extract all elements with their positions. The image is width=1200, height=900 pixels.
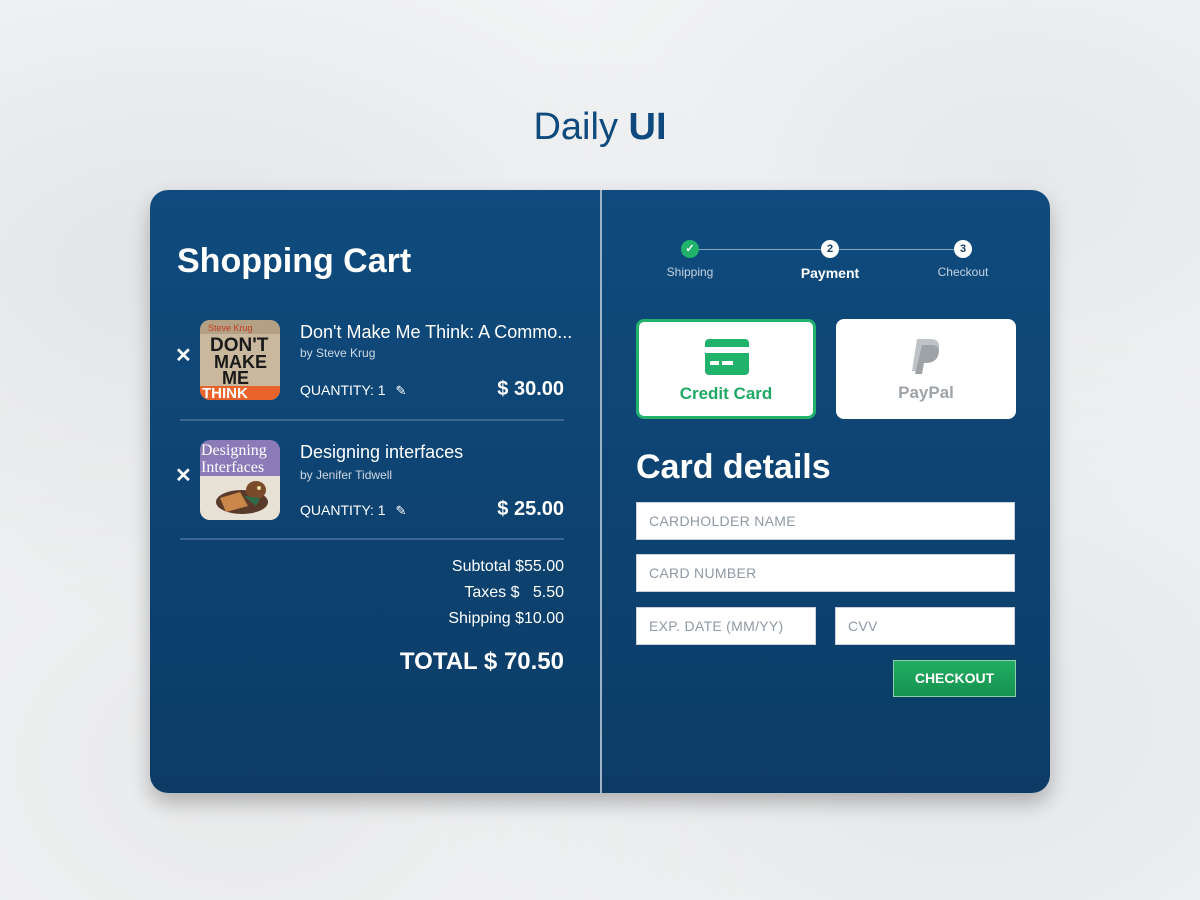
page-title-regular: Daily [533,106,618,148]
cart-item: ✕ Steve Krug DON'T MAKE ME THINK Don't M… [150,320,600,420]
checkout-button[interactable]: CHECKOUT [893,660,1016,697]
item-quantity: QUANTITY: 1 ✎ [300,502,406,519]
payment-option-paypal[interactable]: PayPal [836,319,1016,419]
shipping-cost: Shipping $10.00 [448,610,564,627]
item-divider [180,419,564,421]
cardholder-name-field[interactable] [636,502,1015,540]
step-label: Shipping [666,265,714,279]
edit-quantity-icon[interactable]: ✎ [395,383,406,399]
step-label: Payment [800,265,860,281]
cvv-field[interactable] [835,607,1015,645]
subtotal: Subtotal $55.00 [451,558,564,575]
item-author: by Steve Krug [300,346,376,360]
svg-text:Interfaces: Interfaces [201,459,264,476]
edit-quantity-icon[interactable]: ✎ [395,503,406,519]
quantity-label: QUANTITY: 1 [300,502,386,518]
step-payment[interactable]: 2 Payment [790,238,870,281]
check-icon: ✓ [681,240,699,258]
step-number: 3 [954,240,972,258]
item-author: by Jenifer Tidwell [300,468,393,482]
expiry-date-field[interactable] [636,607,816,645]
panel-divider [600,190,602,793]
card-details-title: Card details [636,448,831,486]
checkout-steps: ✓ Shipping 2 Payment 3 Checkout [650,238,1020,288]
item-name[interactable]: Designing interfaces [300,442,575,463]
order-total: TOTAL $ 70.50 [399,648,564,675]
page-title-bold: UI [628,106,667,148]
item-divider [180,538,564,540]
payment-option-credit-card[interactable]: Credit Card [636,319,816,419]
book-cover-dont-make-me-think: Steve Krug DON'T MAKE ME THINK [200,320,280,400]
step-label: Checkout [937,265,989,279]
step-number: 2 [821,240,839,258]
credit-card-icon [705,339,749,375]
step-shipping[interactable]: ✓ Shipping [650,238,730,279]
card-number-field[interactable] [636,554,1015,592]
quantity-label: QUANTITY: 1 [300,382,386,398]
checkout-card: Shopping Cart ✕ Steve Krug DON'T MAKE ME… [150,190,1050,793]
book-cover-designing-interfaces: Designing Interfaces [200,440,280,520]
item-price: $ 30.00 [497,378,564,400]
taxes: Taxes $ 5.50 [464,584,564,601]
page-title: Daily UI [0,106,1200,149]
cart-item: ✕ Designing Interfaces Designing interfa… [150,440,600,540]
remove-item-icon[interactable]: ✕ [175,466,192,486]
step-checkout[interactable]: 3 Checkout [923,238,1003,279]
item-price: $ 25.00 [497,498,564,520]
order-totals: Subtotal $55.00 Taxes $ 5.50 Shipping $1… [400,558,564,676]
svg-text:Steve Krug: Steve Krug [208,323,253,333]
svg-text:THINK: THINK [202,385,248,400]
payment-option-label: PayPal [898,383,954,402]
cart-title: Shopping Cart [177,242,412,280]
paypal-icon [912,339,940,374]
item-name[interactable]: Don't Make Me Think: A Commo... [300,322,575,343]
svg-text:Designing: Designing [201,442,267,459]
remove-item-icon[interactable]: ✕ [175,346,192,366]
item-quantity: QUANTITY: 1 ✎ [300,382,406,399]
payment-option-label: Credit Card [679,384,773,403]
